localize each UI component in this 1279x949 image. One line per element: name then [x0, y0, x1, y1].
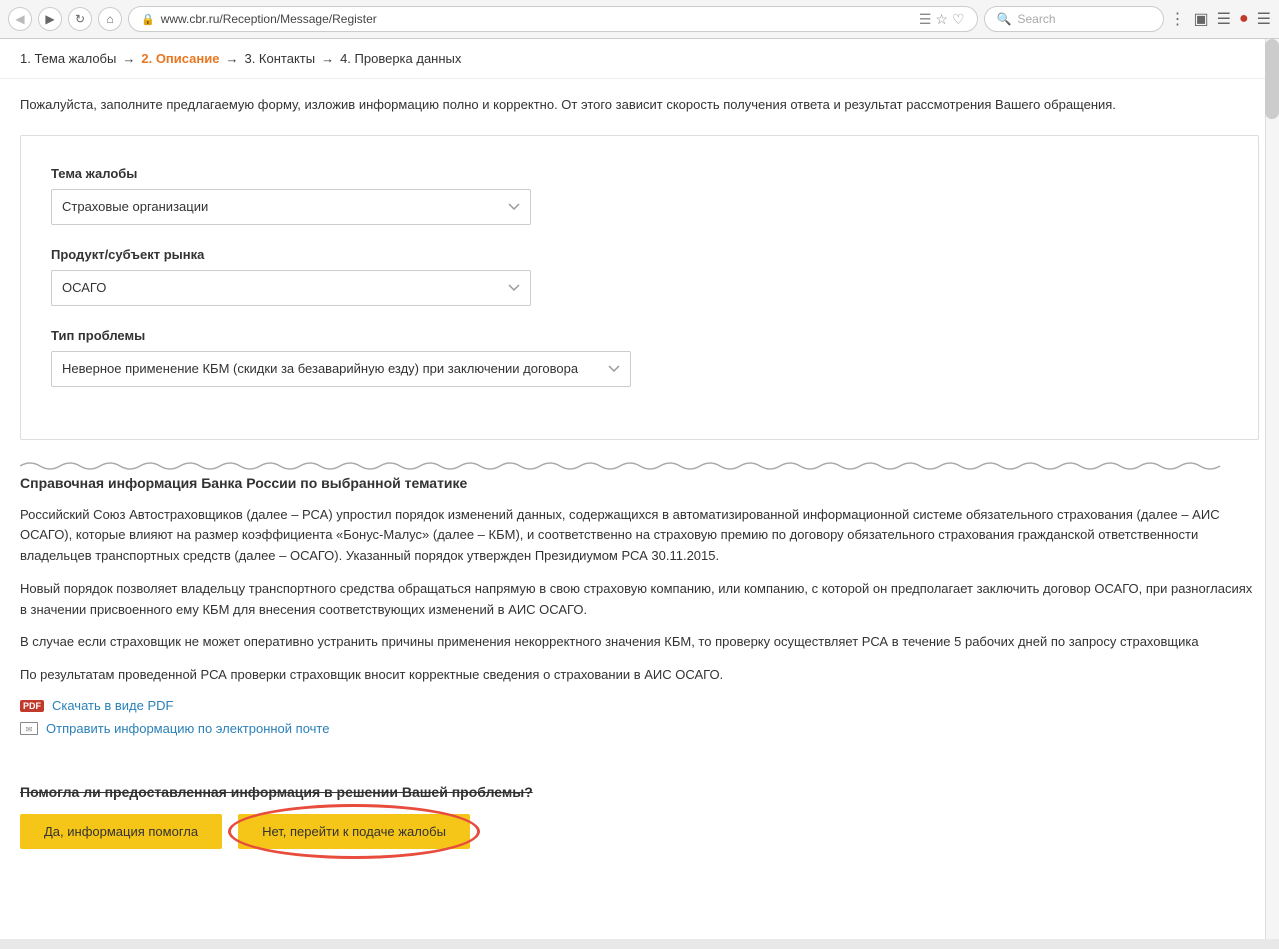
pdf-link[interactable]: Скачать в виде PDF [52, 698, 173, 713]
search-bar[interactable]: 🔍 Search [984, 6, 1164, 32]
pdf-link-row: PDF Скачать в виде PDF [20, 698, 1259, 713]
step-arrow-1: → [122, 51, 135, 66]
form-card: Тема жалобы Страховые организации Продук… [20, 135, 1259, 440]
search-placeholder: Search [1017, 12, 1055, 26]
heart-icon[interactable]: ♡ [952, 11, 965, 28]
email-link[interactable]: Отправить информацию по электронной почт… [46, 721, 329, 736]
step-3: 3. Контакты [244, 51, 315, 66]
info-paragraph-4: По результатам проведенной РСА проверки … [20, 665, 1259, 686]
info-title: Справочная информация Банка России по вы… [20, 475, 1259, 491]
feedback-section: Помогла ли предоставленная информация в … [0, 764, 1279, 879]
intro-text: Пожалуйста, заполните предлагаемую форму… [0, 79, 1279, 135]
search-icon: 🔍 [997, 12, 1012, 26]
field-tema-label: Тема жалобы [51, 166, 1228, 181]
pdf-badge: PDF [20, 700, 44, 712]
field-tema: Тема жалобы Страховые организации [51, 166, 1228, 225]
btn-yes[interactable]: Да, информация помогла [20, 814, 222, 849]
feedback-question: Помогла ли предоставленная информация в … [20, 784, 533, 800]
address-bar[interactable]: 🔒 www.cbr.ru/Reception/Message/Register … [128, 6, 978, 32]
steps-bar: 1. Тема жалобы → 2. Описание → 3. Контак… [0, 39, 1279, 79]
forward-button[interactable]: ▶ [38, 7, 62, 31]
btn-no-wrapper: Нет, перейти к подаче жалобы [238, 814, 470, 849]
info-paragraph-3: В случае если страховщик не может операт… [20, 632, 1259, 653]
field-product: Продукт/субъект рынка ОСАГО [51, 247, 1228, 306]
info-paragraph-2: Новый порядок позволяет владельцу трансп… [20, 579, 1259, 621]
field-type: Тип проблемы Неверное применение КБМ (ск… [51, 328, 1228, 387]
email-icon: ✉ [20, 722, 38, 735]
field-type-label: Тип проблемы [51, 328, 1228, 343]
step-1: 1. Тема жалобы [20, 51, 116, 66]
tabs-icon[interactable]: ▣ [1194, 9, 1209, 29]
sidebar-icon[interactable]: ☰ [1217, 9, 1231, 29]
feedback-question-wrapper: Помогла ли предоставленная информация в … [20, 784, 1259, 800]
step-arrow-3: → [321, 51, 334, 66]
step-arrow-2: → [225, 51, 238, 66]
btn-no[interactable]: Нет, перейти к подаче жалобы [238, 814, 470, 849]
profile-icon[interactable]: ● [1239, 10, 1249, 28]
bookmark-icon[interactable]: ☰ [919, 11, 932, 28]
home-button[interactable]: ⌂ [98, 7, 122, 31]
step-4: 4. Проверка данных [340, 51, 461, 66]
field-type-select[interactable]: Неверное применение КБМ (скидки за безав… [51, 351, 631, 387]
field-tema-select[interactable]: Страховые организации [51, 189, 531, 225]
step-2: 2. Описание [141, 51, 219, 66]
scrollbar[interactable] [1265, 39, 1279, 939]
scrollbar-thumb[interactable] [1265, 39, 1279, 119]
info-paragraph-1: Российский Союз Автостраховщиков (далее … [20, 505, 1259, 567]
info-section: Справочная информация Банка России по вы… [0, 475, 1279, 765]
email-link-row: ✉ Отправить информацию по электронной по… [20, 721, 1259, 736]
wavy-divider [20, 460, 1259, 475]
feedback-buttons: Да, информация помогла Нет, перейти к по… [20, 814, 1259, 849]
reload-button[interactable]: ↻ [68, 7, 92, 31]
back-button[interactable]: ◀ [8, 7, 32, 31]
url-text: www.cbr.ru/Reception/Message/Register [161, 12, 913, 26]
field-product-select[interactable]: ОСАГО [51, 270, 531, 306]
star-icon[interactable]: ☆ [935, 11, 948, 28]
library-icon[interactable]: ⋮ [1170, 9, 1186, 29]
menu-icon[interactable]: ☰ [1257, 9, 1271, 29]
field-product-label: Продукт/субъект рынка [51, 247, 1228, 262]
lock-icon: 🔒 [141, 13, 155, 26]
